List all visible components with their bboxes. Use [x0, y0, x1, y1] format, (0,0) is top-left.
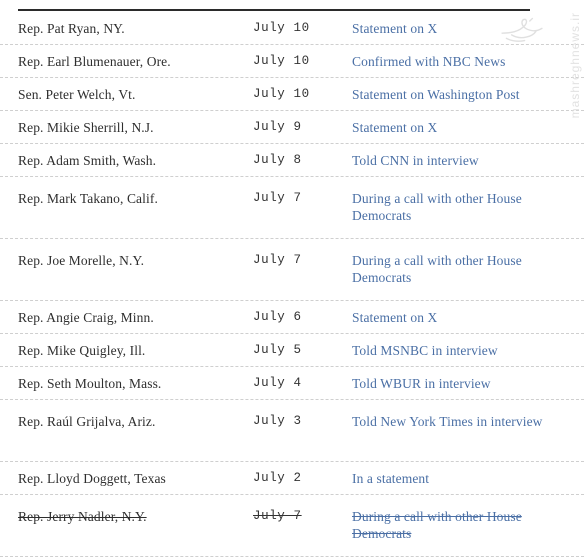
- lawmaker-name: Rep. Joe Morelle, N.Y.: [18, 253, 145, 268]
- source-link[interactable]: Told WBUR in interview: [352, 367, 574, 392]
- lawmaker-name: Rep. Jerry Nadler, N.Y.: [18, 509, 147, 524]
- lawmaker-name: Rep. Raúl Grijalva, Ariz.: [18, 414, 156, 429]
- lawmaker-name: Rep. Earl Blumenauer, Ore.: [18, 54, 171, 69]
- source-link[interactable]: Confirmed with NBC News: [352, 45, 574, 70]
- table-row: Rep. Pat Ryan, NY. July 10 Statement on X: [0, 12, 584, 45]
- announcement-date: July 9: [253, 120, 302, 134]
- announcement-date: July 3: [253, 414, 302, 428]
- lawmaker-name: Rep. Mike Quigley, Ill.: [18, 343, 146, 358]
- table-row: Rep. Jerry Nadler, N.Y. July 7 During a ca…: [0, 495, 584, 557]
- announcement-date: July 7: [253, 253, 302, 267]
- source-link[interactable]: Statement on X: [352, 301, 574, 326]
- announcement-date: July 4: [253, 376, 302, 390]
- source-link[interactable]: During a call with other House Democrats: [352, 177, 574, 224]
- source-link[interactable]: Statement on X: [352, 111, 574, 136]
- table-row: Rep. Joe Morelle, N.Y. July 7 During a cal…: [0, 239, 584, 301]
- source-link[interactable]: In a statement: [352, 462, 574, 487]
- source-link[interactable]: Told New York Times in interview: [352, 400, 574, 430]
- table-row: Rep. Angie Craig, Minn. July 6 Statement o…: [0, 301, 584, 334]
- announcement-date: July 10: [253, 21, 310, 35]
- source-link[interactable]: Statement on Washington Post: [352, 78, 574, 103]
- table-row: Rep. Mike Quigley, Ill. July 5 Told MSNBC …: [0, 334, 584, 367]
- table-row: Rep. Earl Blumenauer, Ore. July 10 Confirm…: [0, 45, 584, 78]
- table-body: Rep. Pat Ryan, NY. July 10 Statement on XR…: [0, 12, 584, 557]
- table-row: Sen. Peter Welch, Vt. July 10 Statement on…: [0, 78, 584, 111]
- announcement-date: July 10: [253, 87, 310, 101]
- table-row: Rep. Mark Takano, Calif. July 7 During a c…: [0, 177, 584, 239]
- lawmaker-name: Rep. Seth Moulton, Mass.: [18, 376, 162, 391]
- lawmaker-name: Rep. Mikie Sherrill, N.J.: [18, 120, 154, 135]
- table-row: Rep. Lloyd Doggett, Texas July 2 In a stat…: [0, 462, 584, 495]
- announcement-date: July 7: [253, 509, 302, 523]
- source-link[interactable]: Told MSNBC in interview: [352, 334, 574, 359]
- table-row: Rep. Adam Smith, Wash. July 8 Told CNN in …: [0, 144, 584, 177]
- announcement-date: July 10: [253, 54, 310, 68]
- table-top-rule: [18, 9, 530, 11]
- announcement-date: July 6: [253, 310, 302, 324]
- lawmaker-name: Rep. Adam Smith, Wash.: [18, 153, 157, 168]
- announcement-date: July 2: [253, 471, 302, 485]
- lawmaker-name: Rep. Lloyd Doggett, Texas: [18, 471, 166, 486]
- lawmaker-name: Rep. Mark Takano, Calif.: [18, 191, 158, 206]
- source-link[interactable]: During a call with other House Democrats: [352, 495, 574, 542]
- source-link[interactable]: During a call with other House Democrats: [352, 239, 574, 286]
- announcement-date: July 5: [253, 343, 302, 357]
- announcement-date: July 8: [253, 153, 302, 167]
- lawmaker-name: Sen. Peter Welch, Vt.: [18, 87, 136, 102]
- table-row: Rep. Raúl Grijalva, Ariz. July 3 Told New …: [0, 400, 584, 462]
- lawmakers-withdrawal-table: Rep. Pat Ryan, NY. July 10 Statement on XR…: [0, 0, 584, 557]
- source-link[interactable]: Statement on X: [352, 12, 574, 37]
- announcement-date: July 7: [253, 191, 302, 205]
- source-link[interactable]: Told CNN in interview: [352, 144, 574, 169]
- lawmaker-name: Rep. Angie Craig, Minn.: [18, 310, 154, 325]
- table-row: Rep. Seth Moulton, Mass. July 4 Told WBUR …: [0, 367, 584, 400]
- table-row: Rep. Mikie Sherrill, N.J. July 9 Statement…: [0, 111, 584, 144]
- lawmaker-name: Rep. Pat Ryan, NY.: [18, 21, 125, 36]
